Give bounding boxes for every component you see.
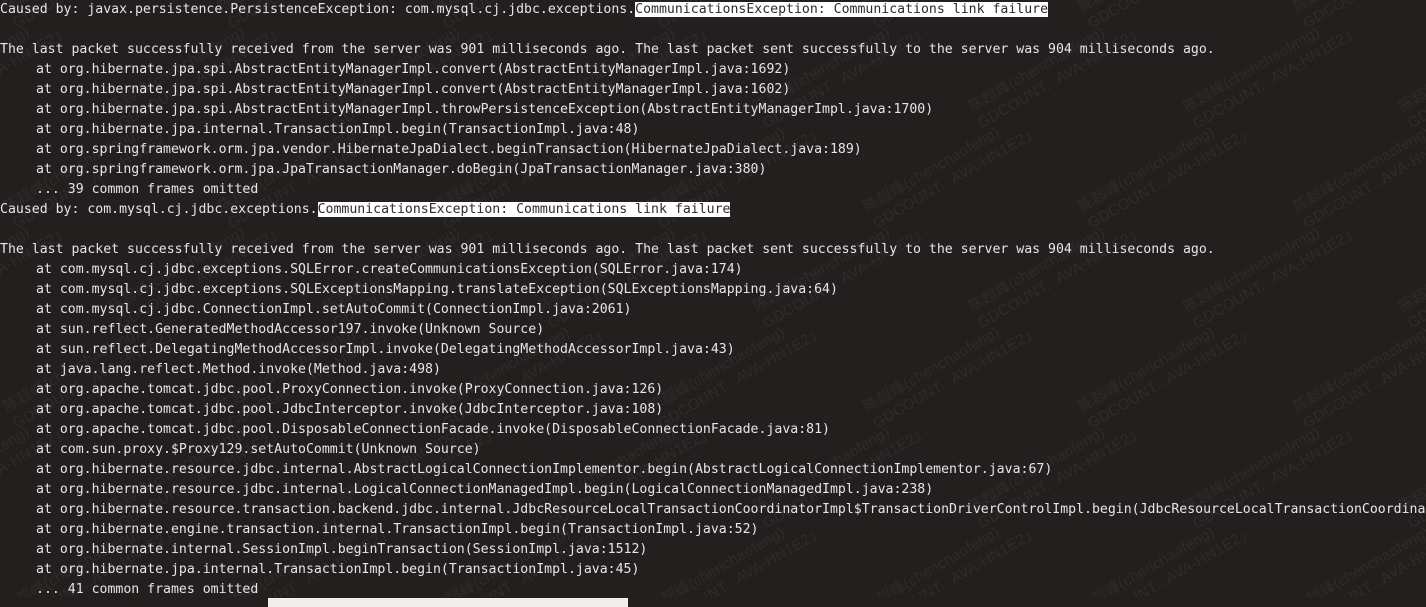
log-line: at com.mysql.cj.jdbc.exceptions.SQLExcep… [0,280,1426,300]
highlighted-match: CommunicationsException: Communications … [317,202,731,217]
log-text: at org.hibernate.jpa.internal.Transactio… [36,562,640,577]
log-text: at org.hibernate.jpa.internal.Transactio… [36,122,640,137]
log-line: at sun.reflect.DelegatingMethodAccessorI… [0,340,1426,360]
log-text: at com.mysql.cj.jdbc.exceptions.SQLError… [36,262,743,277]
log-line: The last packet successfully received fr… [0,240,1426,260]
log-text: at sun.reflect.GeneratedMethodAccessor19… [36,322,545,337]
log-text: ... 41 common frames omitted [36,582,259,597]
log-text: at org.springframework.orm.jpa.JpaTransa… [36,162,767,177]
log-text: The last packet successfully received fr… [0,42,1215,57]
log-line: at org.hibernate.jpa.spi.AbstractEntityM… [0,100,1426,120]
log-text: at org.hibernate.resource.jdbc.internal.… [36,462,1053,477]
horizontal-scrollbar-thumb[interactable] [268,598,628,607]
log-line: Caused by: javax.persistence.Persistence… [0,0,1426,20]
log-line: at org.hibernate.resource.jdbc.internal.… [0,480,1426,500]
log-text: at org.apache.tomcat.jdbc.pool.JdbcInter… [36,402,664,417]
log-line: at org.hibernate.jpa.internal.Transactio… [0,120,1426,140]
log-line: at org.hibernate.resource.jdbc.internal.… [0,460,1426,480]
log-line: Caused by: com.mysql.cj.jdbc.exceptions.… [0,200,1426,220]
log-text: at com.mysql.cj.jdbc.exceptions.SQLExcep… [36,282,838,297]
log-line: at com.mysql.cj.jdbc.exceptions.SQLError… [0,260,1426,280]
log-line: at org.springframework.orm.jpa.JpaTransa… [0,160,1426,180]
horizontal-scrollbar[interactable] [0,597,1426,607]
log-line: at org.hibernate.jpa.spi.AbstractEntityM… [0,60,1426,80]
log-text: Caused by: javax.persistence.Persistence… [0,2,636,17]
log-line: at org.hibernate.jpa.spi.AbstractEntityM… [0,80,1426,100]
log-line: The last packet successfully received fr… [0,40,1426,60]
log-text: at org.hibernate.internal.SessionImpl.be… [36,542,648,557]
log-line: at org.hibernate.engine.transaction.inte… [0,520,1426,540]
log-line: at java.lang.reflect.Method.invoke(Metho… [0,360,1426,380]
log-text: at org.hibernate.resource.jdbc.internal.… [36,482,934,497]
log-console[interactable]: Caused by: javax.persistence.Persistence… [0,0,1426,607]
log-text: The last packet successfully received fr… [0,242,1215,257]
log-line: at org.apache.tomcat.jdbc.pool.JdbcInter… [0,400,1426,420]
log-text: at com.sun.proxy.$Proxy129.setAutoCommit… [36,442,481,457]
log-text: at org.hibernate.engine.transaction.inte… [36,522,759,537]
log-line: at org.hibernate.jpa.internal.Transactio… [0,560,1426,580]
log-line: ... 39 common frames omitted [0,180,1426,200]
log-line: at sun.reflect.GeneratedMethodAccessor19… [0,320,1426,340]
log-text: at org.hibernate.jpa.spi.AbstractEntityM… [36,102,934,117]
log-line: at org.apache.tomcat.jdbc.pool.ProxyConn… [0,380,1426,400]
log-text: at org.apache.tomcat.jdbc.pool.Disposabl… [36,422,830,437]
log-line: at org.springframework.orm.jpa.vendor.Hi… [0,140,1426,160]
log-line: at org.apache.tomcat.jdbc.pool.Disposabl… [0,420,1426,440]
log-line: at com.sun.proxy.$Proxy129.setAutoCommit… [0,440,1426,460]
log-text: at sun.reflect.DelegatingMethodAccessorI… [36,342,735,357]
log-text: at org.hibernate.resource.transaction.ba… [36,502,1426,517]
log-text: at org.hibernate.jpa.spi.AbstractEntityM… [36,62,791,77]
log-text: at org.springframework.orm.jpa.vendor.Hi… [36,142,862,157]
log-text: Caused by: com.mysql.cj.jdbc.exceptions. [0,202,318,217]
log-line: at org.hibernate.internal.SessionImpl.be… [0,540,1426,560]
highlighted-match: CommunicationsException: Communications … [635,2,1049,17]
log-text: at java.lang.reflect.Method.invoke(Metho… [36,362,441,377]
log-text: at org.hibernate.jpa.spi.AbstractEntityM… [36,82,791,97]
log-text: ... 39 common frames omitted [36,182,259,197]
log-text: at com.mysql.cj.jdbc.ConnectionImpl.setA… [36,302,632,317]
log-line: at org.hibernate.resource.transaction.ba… [0,500,1426,520]
log-text: at org.apache.tomcat.jdbc.pool.ProxyConn… [36,382,664,397]
log-line: at com.mysql.cj.jdbc.ConnectionImpl.setA… [0,300,1426,320]
